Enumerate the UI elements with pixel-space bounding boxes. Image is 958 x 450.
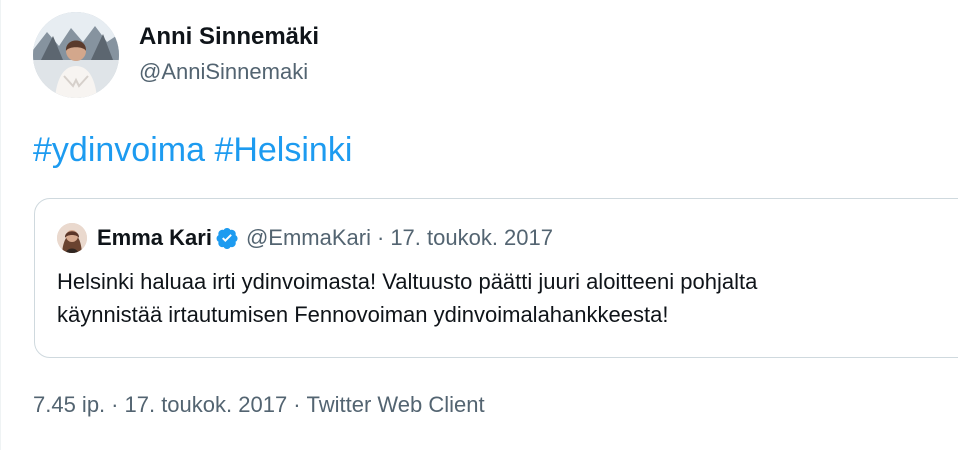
quoted-tweet[interactable]: Emma Kari @EmmaKari · 17. toukok. 2017 H… [34,198,958,358]
hashtag-link[interactable]: #ydinvoima [33,131,205,169]
verified-badge-icon [216,227,238,249]
tweet-time[interactable]: 7.45 ip. [33,392,105,417]
separator-dot: · [111,392,119,417]
author-handle[interactable]: @AnniSinnemaki [139,58,319,86]
tweet-metadata: 7.45 ip. · 17. toukok. 2017 · Twitter Web Cl… [33,392,485,418]
quoted-tweet-date[interactable]: 17. toukok. 2017 [390,225,553,251]
quoted-author-avatar[interactable] [57,223,87,253]
tweet-header: Anni Sinnemäki @AnniSinnemaki [33,12,319,98]
quoted-text-line: Helsinki haluaa irti ydinvoimasta! Valtu… [57,269,758,294]
author-avatar[interactable] [33,12,119,98]
author-display-name[interactable]: Anni Sinnemäki [139,22,319,52]
tweet-source[interactable]: Twitter Web Client [307,392,485,417]
quoted-author-name[interactable]: Emma Kari [97,225,212,251]
author-names: Anni Sinnemäki @AnniSinnemaki [139,12,319,86]
separator-dot: · [293,392,301,417]
quoted-tweet-text: Helsinki haluaa irti ydinvoimasta! Valtu… [57,265,958,331]
quoted-tweet-header: Emma Kari @EmmaKari · 17. toukok. 2017 [57,223,553,253]
hashtag-link[interactable]: #Helsinki [214,131,352,169]
tweet-card: Anni Sinnemäki @AnniSinnemaki #ydinvoima… [0,0,958,450]
quoted-author-handle[interactable]: @EmmaKari [246,225,371,251]
quoted-text-line: käynnistää irtautumisen Fennovoiman ydin… [57,302,669,327]
separator-dot: · [376,225,385,250]
tweet-text: #ydinvoima #Helsinki [33,128,352,172]
tweet-date[interactable]: 17. toukok. 2017 [125,392,288,417]
